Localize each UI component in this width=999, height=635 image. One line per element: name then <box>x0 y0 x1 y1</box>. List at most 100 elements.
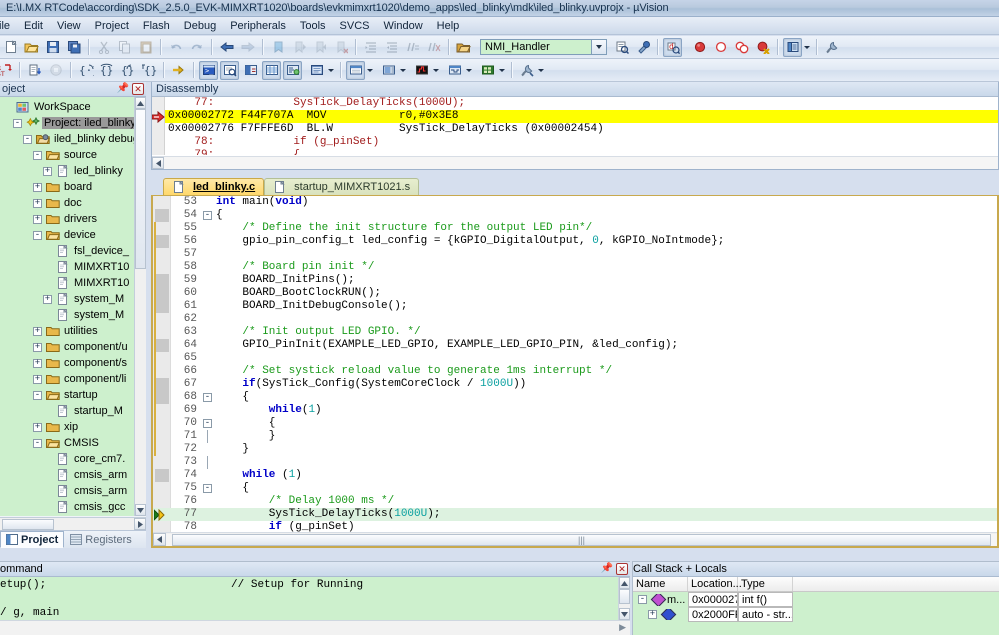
breakpoint-slot-icon[interactable] <box>155 274 169 287</box>
tree-item-cmsis-gcc[interactable]: cmsis_gcc <box>0 499 146 515</box>
run-icon[interactable] <box>25 61 44 80</box>
command-scroll-down[interactable] <box>619 608 630 620</box>
redo-icon[interactable] <box>187 38 206 57</box>
disassembly-line[interactable]: 77: SysTick_DelayTicks(1000U); <box>152 97 998 110</box>
serial-window-dropdown[interactable] <box>397 61 408 80</box>
tree-item-source[interactable]: -source <box>0 147 146 163</box>
close-icon[interactable]: ✕ <box>132 83 144 95</box>
disassembly-window-icon[interactable] <box>220 61 239 80</box>
trace-dropdown[interactable] <box>463 61 474 80</box>
editor-line[interactable]: 66 /* Set systick reload value to genera… <box>153 365 997 378</box>
step-into-icon[interactable]: {·} <box>76 61 95 80</box>
expand-toggle-icon[interactable]: + <box>33 359 42 368</box>
menu-item-svcs[interactable]: SVCS <box>333 19 377 33</box>
expand-toggle-icon[interactable]: + <box>43 167 52 176</box>
disassembly-hscrollbar[interactable] <box>152 156 998 169</box>
breakpoint-slot-icon[interactable] <box>155 391 169 404</box>
command-window-icon[interactable]: >_ <box>199 61 218 80</box>
disassembly-line[interactable]: 79: { <box>152 149 998 155</box>
editor-line[interactable]: 58 /* Board pin init */ <box>153 261 997 274</box>
toolbox-dropdown[interactable] <box>535 61 546 80</box>
callstack-location-cell[interactable]: 0x2000FFF8 <box>688 607 738 622</box>
breakpoint-slot-icon[interactable] <box>155 339 169 352</box>
editor-body[interactable]: 53int main(void)54-{55 /* Define the ini… <box>151 195 999 548</box>
editor-line[interactable]: 72 } <box>153 443 997 456</box>
function-combo-dropdown[interactable] <box>592 39 607 55</box>
bookmark-prev-icon[interactable] <box>289 38 308 57</box>
tree-item-led-blinky[interactable]: +led_blinky <box>0 163 146 179</box>
memory-window-dropdown[interactable] <box>364 61 375 80</box>
editor-hscroll-thumb[interactable]: ||| <box>172 534 991 546</box>
hscroll-thumb[interactable] <box>2 519 54 530</box>
toolbox-icon[interactable] <box>517 61 536 80</box>
open-folder-icon[interactable] <box>454 38 473 57</box>
tree-item-workspace[interactable]: WorkSpace <box>0 99 146 115</box>
scroll-up-button[interactable] <box>135 97 146 109</box>
editor-line[interactable]: 76 /* Delay 1000 ms */ <box>153 495 997 508</box>
collapse-toggle-icon[interactable]: - <box>638 595 647 604</box>
fold-toggle-icon[interactable]: - <box>203 484 212 493</box>
expand-toggle-icon[interactable]: + <box>33 375 42 384</box>
copy-icon[interactable] <box>115 38 134 57</box>
callstack-rows[interactable]: -m...0x00002772int f()+0x2000FFF8auto - … <box>633 592 999 635</box>
command-scroll-thumb[interactable] <box>619 589 630 604</box>
tree-item-iled-blinky-debug[interactable]: -iled_blinky debug <box>0 131 146 147</box>
new-file-icon[interactable] <box>1 38 20 57</box>
editor-line[interactable]: 63 /* Init output LED GPIO. */ <box>153 326 997 339</box>
tree-item-device[interactable]: -device <box>0 227 146 243</box>
pin-icon[interactable]: 📌 <box>601 563 613 575</box>
hscroll-right-button[interactable] <box>134 518 146 530</box>
command-vscrollbar[interactable] <box>618 577 630 620</box>
disassembly-line[interactable]: 78: if (g_pinSet) <box>152 136 998 149</box>
manage-components-dropdown[interactable] <box>801 38 812 57</box>
fold-toggle-icon[interactable]: - <box>203 419 212 428</box>
open-file-icon[interactable] <box>22 38 41 57</box>
collapse-toggle-icon[interactable]: - <box>33 231 42 240</box>
breakpoint-slot-icon[interactable] <box>155 378 169 391</box>
disasm-hscroll-track[interactable] <box>164 157 998 169</box>
editor-line[interactable]: 53int main(void) <box>153 196 997 209</box>
disassembly-line[interactable]: 0x00002772 F44F707A MOV r0,#0x3E8 <box>152 110 998 123</box>
collapse-toggle-icon[interactable]: - <box>33 151 42 160</box>
callstack-name-cell[interactable]: -m... <box>633 594 688 606</box>
editor-line[interactable]: 65 <box>153 352 997 365</box>
fold-toggle-icon[interactable]: - <box>203 211 212 220</box>
breakpoint-slot-icon[interactable] <box>155 287 169 300</box>
uncomment-icon[interactable] <box>424 38 443 57</box>
column-type[interactable]: Type <box>738 577 793 591</box>
tree-item-board[interactable]: +board <box>0 179 146 195</box>
tree-item-core-cm7-[interactable]: core_cm7. <box>0 451 146 467</box>
watch-window-icon[interactable] <box>307 61 326 80</box>
function-combo[interactable]: NMI_Handler <box>480 39 592 55</box>
reset-cpu-icon[interactable]: RST <box>0 61 14 80</box>
scroll-down-button[interactable] <box>135 504 146 516</box>
menu-item-flash[interactable]: Flash <box>136 19 177 33</box>
call-stack-window-icon[interactable] <box>283 61 302 80</box>
editor-line[interactable]: 74 while (1) <box>153 469 997 482</box>
step-over-icon[interactable]: {}· <box>97 61 116 80</box>
editor-line[interactable]: 69 while(1) <box>153 404 997 417</box>
tab-led-blinky-c[interactable]: led_blinky.c <box>163 178 264 195</box>
disasm-hscroll-left[interactable] <box>152 157 164 169</box>
breakpoint-slot-icon[interactable] <box>155 209 169 222</box>
navigate-back-icon[interactable] <box>217 38 236 57</box>
serial-window-icon[interactable] <box>379 61 398 80</box>
editor-line[interactable]: 67 if(SysTick_Config(SystemCoreClock / 1… <box>153 378 997 391</box>
navigate-forward-icon[interactable] <box>238 38 257 57</box>
project-tree-vscrollbar[interactable] <box>134 97 146 516</box>
outdent-icon[interactable] <box>382 38 401 57</box>
close-icon[interactable]: ✕ <box>616 563 628 575</box>
run-to-cursor-icon[interactable]: {} <box>139 61 158 80</box>
callstack-type-cell[interactable]: int f() <box>738 592 793 607</box>
editor-hscroll-left[interactable] <box>153 533 166 546</box>
trace-icon[interactable] <box>445 61 464 80</box>
project-tree[interactable]: WorkSpace-Project: iled_blinky-iled_blin… <box>0 97 146 516</box>
callstack-row[interactable]: +0x2000FFF8auto - str... <box>633 607 999 622</box>
symbols-window-icon[interactable] <box>241 61 260 80</box>
tree-item-component-u[interactable]: +component/u <box>0 339 146 355</box>
watch-window-dropdown[interactable] <box>325 61 336 80</box>
tree-item-component-li[interactable]: +component/li <box>0 371 146 387</box>
collapse-toggle-icon[interactable]: - <box>13 119 22 128</box>
disassembly-line[interactable]: 0x00002776 F7FFFE6D BL.W SysTick_DelayTi… <box>152 123 998 136</box>
expand-toggle-icon[interactable]: + <box>33 215 42 224</box>
